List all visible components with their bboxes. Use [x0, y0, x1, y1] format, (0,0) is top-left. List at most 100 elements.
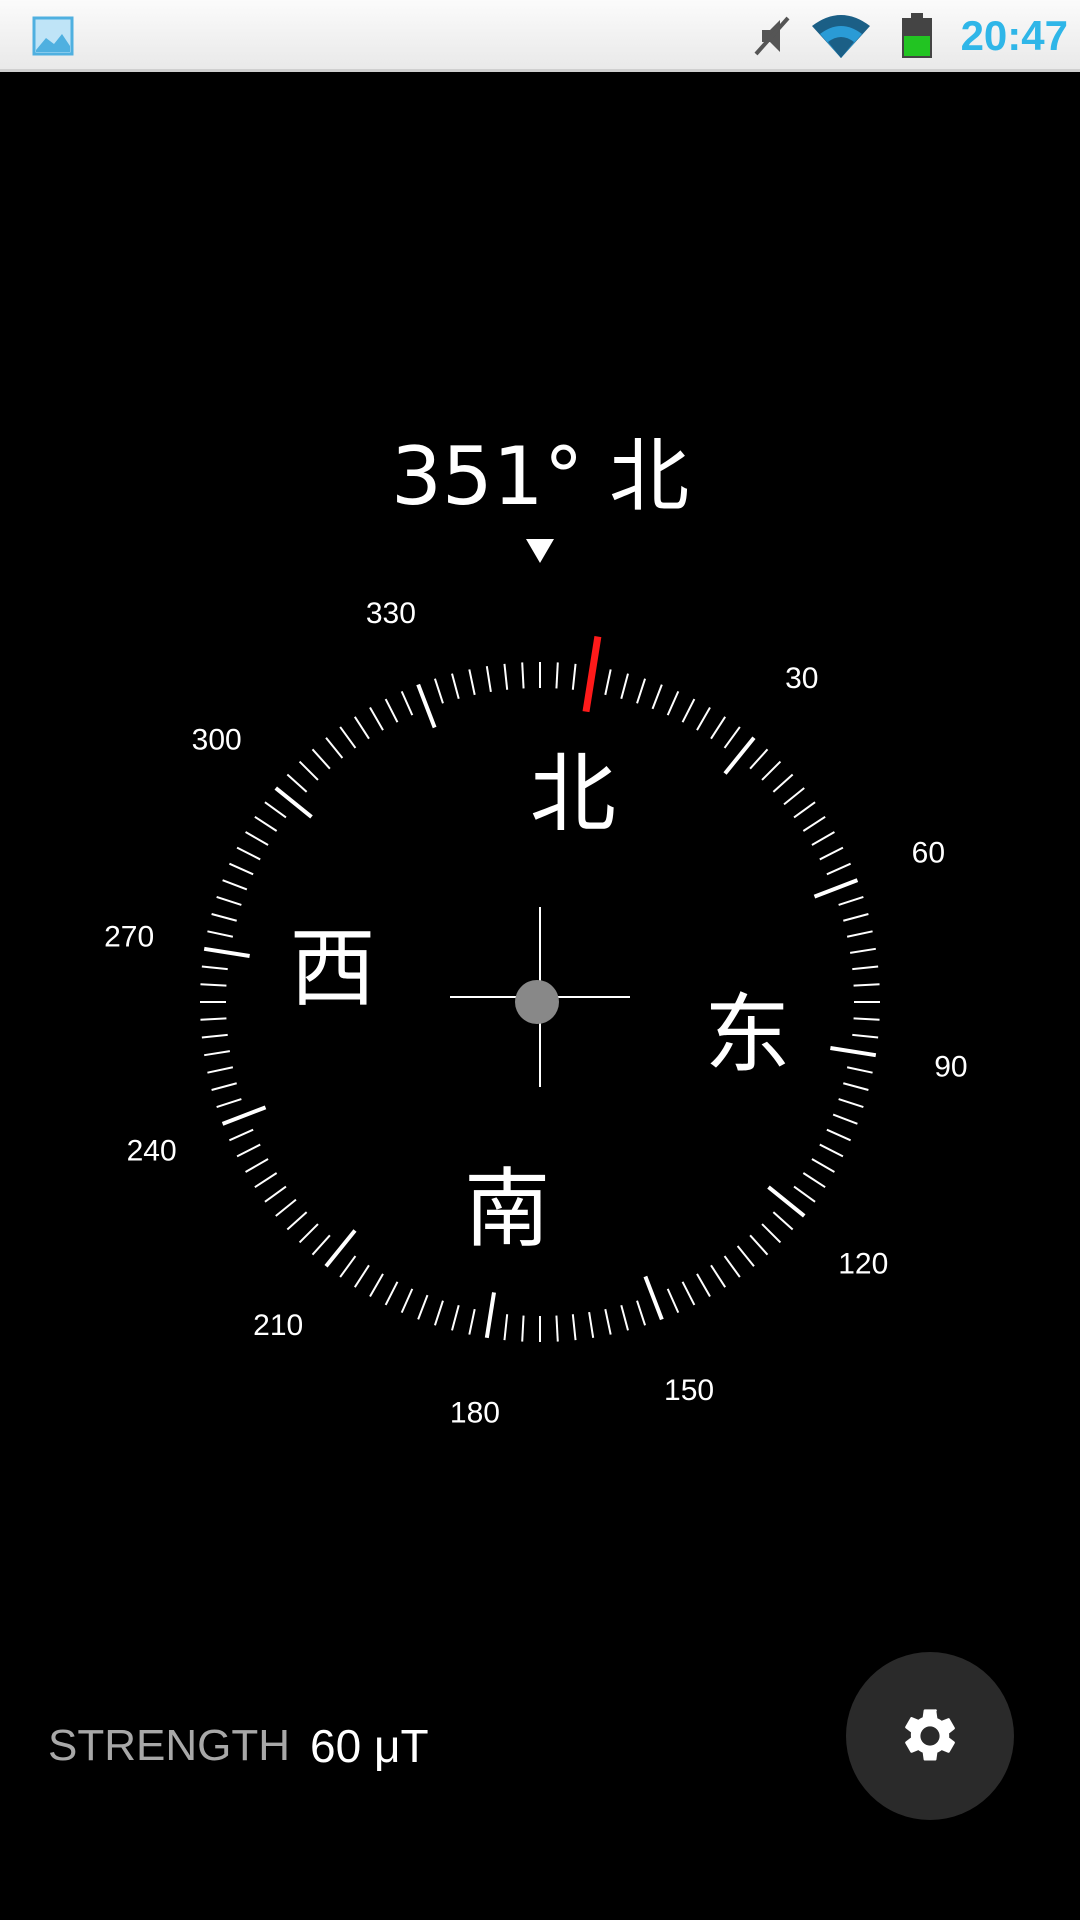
minor-tick	[433, 1300, 444, 1326]
degree-label: 30	[785, 662, 818, 695]
minor-tick	[211, 1082, 237, 1091]
minor-tick	[211, 913, 237, 922]
minor-tick	[651, 684, 663, 710]
minor-tick	[604, 669, 612, 696]
minor-tick	[749, 1234, 769, 1256]
minor-tick	[275, 1198, 297, 1217]
degree-label: 150	[664, 1374, 714, 1407]
minor-tick	[588, 1311, 595, 1338]
minor-tick	[826, 1128, 852, 1142]
minor-tick	[236, 846, 261, 861]
minor-tick	[353, 716, 370, 740]
minor-tick	[521, 1315, 525, 1342]
gear-icon	[905, 1709, 955, 1761]
minor-tick	[298, 1223, 319, 1244]
minor-tick	[216, 1098, 242, 1109]
minor-tick	[736, 1245, 755, 1267]
major-tick	[203, 946, 250, 958]
minor-tick	[793, 1185, 816, 1203]
minor-tick	[843, 1082, 869, 1091]
minor-tick	[555, 662, 559, 689]
minor-tick	[298, 760, 319, 781]
major-tick	[416, 683, 437, 729]
degree-label: 60	[912, 836, 945, 869]
minor-tick	[696, 707, 711, 731]
minor-tick	[384, 698, 399, 723]
minor-tick	[311, 748, 331, 770]
minor-tick	[503, 663, 509, 690]
minor-tick	[761, 1223, 782, 1244]
minor-tick	[339, 726, 357, 749]
compass-dial[interactable]: 30 60 90 120 150 180 210 240 270 300 330 北东南 西	[0, 0, 1080, 1920]
minor-tick	[228, 1128, 254, 1142]
minor-tick	[723, 1255, 741, 1278]
minor-tick	[245, 1158, 269, 1173]
degree-label: 180	[450, 1396, 500, 1429]
strength-label: STRENGTH	[48, 1721, 290, 1770]
minor-tick	[433, 678, 444, 704]
minor-tick	[846, 1066, 873, 1074]
minor-tick	[521, 662, 525, 689]
cardinal-label: 北	[530, 745, 616, 845]
crosshair	[450, 907, 630, 1087]
minor-tick	[245, 831, 269, 846]
minor-tick	[468, 1308, 476, 1335]
minor-tick	[853, 983, 880, 987]
minor-tick	[849, 947, 876, 954]
minor-tick	[772, 773, 794, 793]
minor-tick	[723, 726, 741, 749]
minor-tick	[468, 669, 476, 696]
minor-tick	[204, 1050, 231, 1057]
minor-tick	[369, 1273, 384, 1297]
minor-tick	[811, 1158, 835, 1173]
degree-label: 270	[104, 920, 154, 953]
minor-tick	[503, 1314, 509, 1341]
minor-tick	[838, 895, 864, 906]
minor-tick	[620, 673, 629, 699]
minor-tick	[200, 1017, 227, 1021]
minor-tick	[311, 1234, 331, 1256]
minor-tick	[811, 831, 835, 846]
minor-tick	[236, 1143, 261, 1158]
minor-tick	[819, 846, 844, 861]
minor-tick	[571, 1314, 577, 1341]
minor-tick	[843, 913, 869, 922]
degree-label: 90	[934, 1051, 967, 1084]
minor-tick	[417, 1294, 429, 1320]
minor-tick	[485, 666, 492, 693]
north-marker	[582, 636, 602, 713]
minor-tick	[264, 801, 287, 819]
minor-tick	[325, 737, 344, 759]
cardinal-label: 东	[704, 985, 790, 1085]
minor-tick	[852, 1033, 879, 1039]
degree-label: 210	[253, 1309, 303, 1342]
degree-label: 120	[838, 1247, 888, 1280]
minor-tick	[636, 678, 647, 704]
minor-tick	[339, 1255, 357, 1278]
minor-tick	[286, 773, 308, 793]
minor-tick	[222, 879, 248, 891]
settings-button[interactable]	[846, 1652, 1014, 1820]
major-tick	[643, 1275, 664, 1321]
minor-tick	[852, 965, 879, 971]
degree-label: 300	[192, 724, 242, 757]
degree-label: 330	[366, 597, 416, 630]
minor-tick	[555, 1315, 559, 1342]
minor-tick	[207, 930, 234, 938]
minor-tick	[783, 787, 805, 806]
minor-tick	[571, 663, 577, 690]
minor-tick	[228, 862, 254, 876]
minor-tick	[254, 1172, 278, 1189]
minor-tick	[636, 1300, 647, 1326]
minor-tick	[846, 930, 873, 938]
minor-tick	[216, 895, 242, 906]
minor-tick	[201, 965, 228, 971]
minor-tick	[451, 1305, 460, 1331]
minor-tick	[681, 1281, 696, 1306]
minor-tick	[819, 1143, 844, 1158]
minor-tick	[369, 707, 384, 731]
minor-tick	[400, 1288, 414, 1314]
major-tick	[221, 1105, 267, 1126]
minor-tick	[710, 716, 727, 740]
minor-tick	[353, 1264, 370, 1288]
